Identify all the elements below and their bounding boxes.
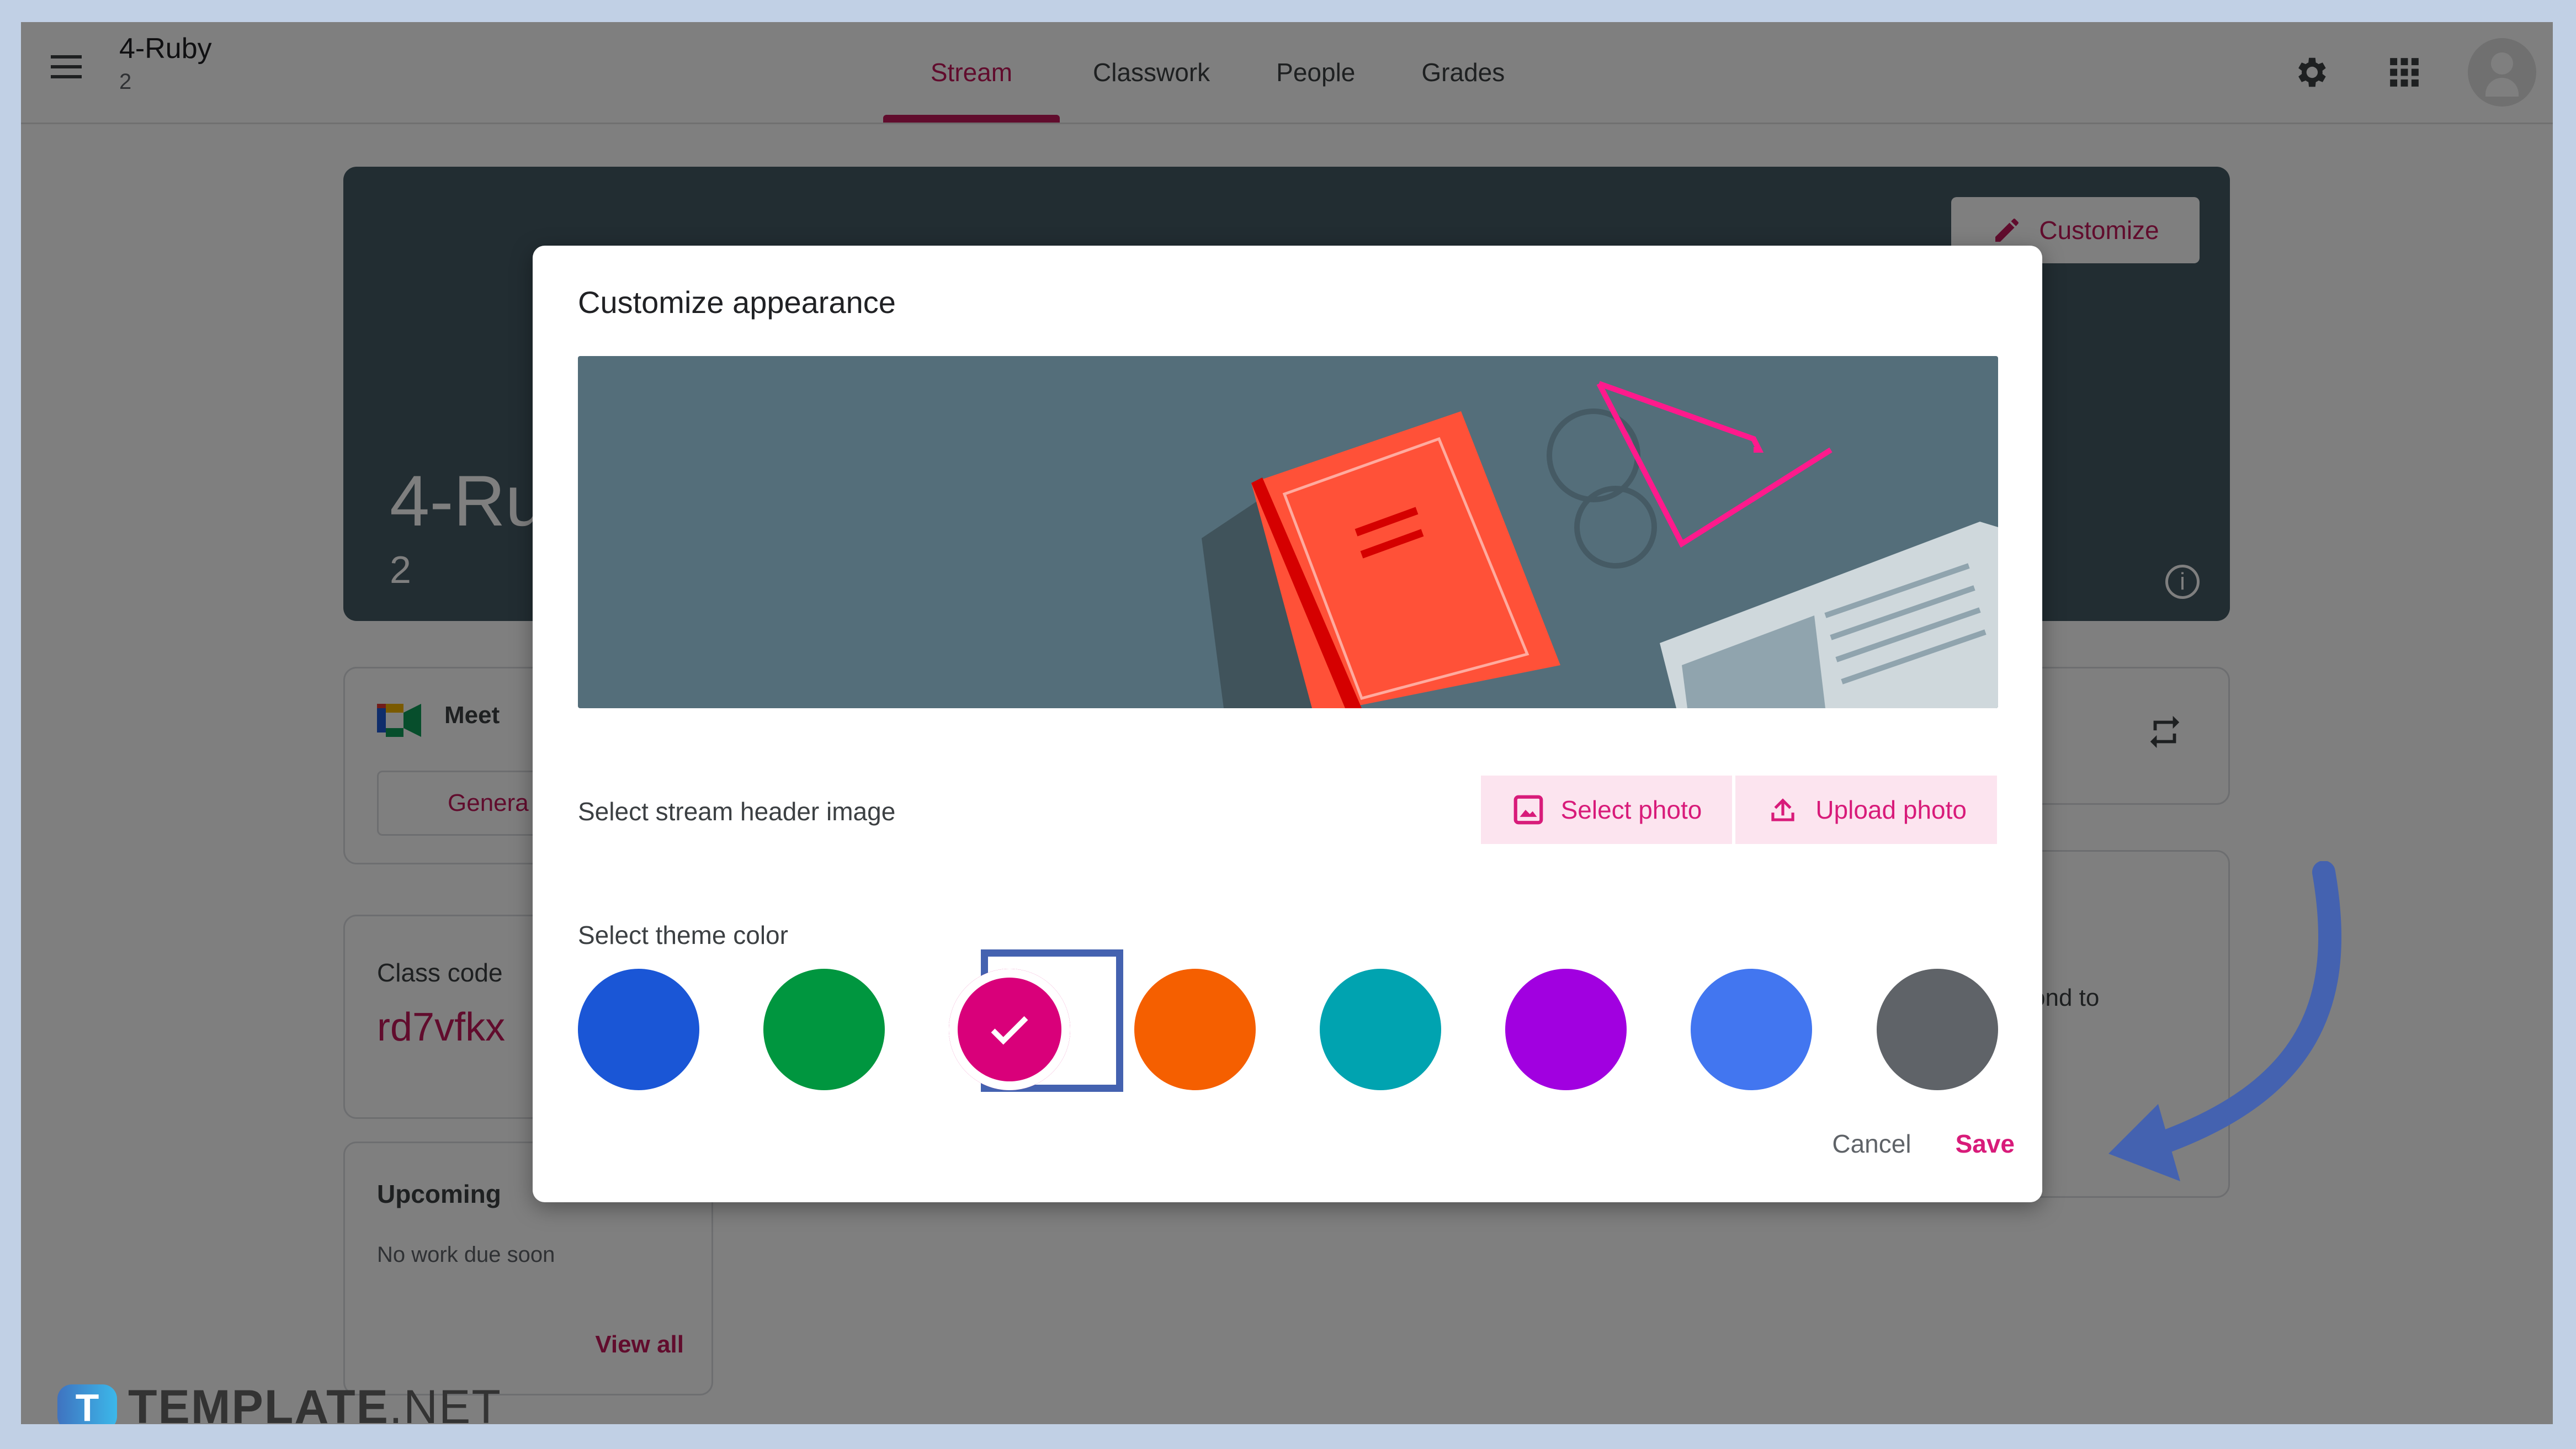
upload-photo-button[interactable]: Upload photo: [1735, 776, 1997, 844]
theme-color-swatches: [578, 949, 1998, 1092]
theme-color-green[interactable]: [763, 969, 885, 1090]
dialog-actions: Cancel Save: [1832, 1129, 2015, 1159]
select-photo-button[interactable]: Select photo: [1480, 776, 1733, 844]
header-image-preview: [578, 356, 1998, 708]
template-net-watermark: T TEMPLATE.NET: [57, 1380, 502, 1424]
customize-appearance-dialog: Customize appearance Select stream heade…: [533, 246, 2042, 1202]
books-illustration: [1202, 381, 1998, 708]
select-photo-label: Select photo: [1560, 795, 1702, 824]
theme-color-pink[interactable]: [949, 969, 1070, 1090]
theme-color-orange[interactable]: [1134, 969, 1256, 1090]
theme-color-blue[interactable]: [578, 969, 699, 1090]
theme-color-teal[interactable]: [1320, 969, 1441, 1090]
dialog-title: Customize appearance: [578, 285, 896, 320]
template-logo-text: TEMPLATE.NET: [128, 1380, 502, 1424]
upload-icon: [1771, 798, 1794, 821]
template-logo-icon: T: [57, 1384, 117, 1424]
save-button[interactable]: Save: [1956, 1129, 2015, 1159]
image-icon: [1513, 795, 1543, 825]
photo-buttons: Select photo Upload photo: [1480, 776, 1997, 844]
theme-color-gray[interactable]: [1877, 969, 1998, 1090]
selected-check-icon: [949, 969, 1070, 1090]
cancel-button[interactable]: Cancel: [1832, 1129, 1911, 1159]
theme-color-light-blue[interactable]: [1691, 969, 1812, 1090]
header-image-label: Select stream header image: [578, 797, 896, 826]
theme-color-purple[interactable]: [1505, 969, 1627, 1090]
annotation-arrow-icon: [2108, 861, 2342, 1181]
brand-bold: TEMPLATE: [128, 1381, 390, 1424]
theme-color-label: Select theme color: [578, 921, 788, 949]
upload-photo-label: Upload photo: [1815, 795, 1967, 824]
brand-light: .NET: [389, 1381, 502, 1424]
